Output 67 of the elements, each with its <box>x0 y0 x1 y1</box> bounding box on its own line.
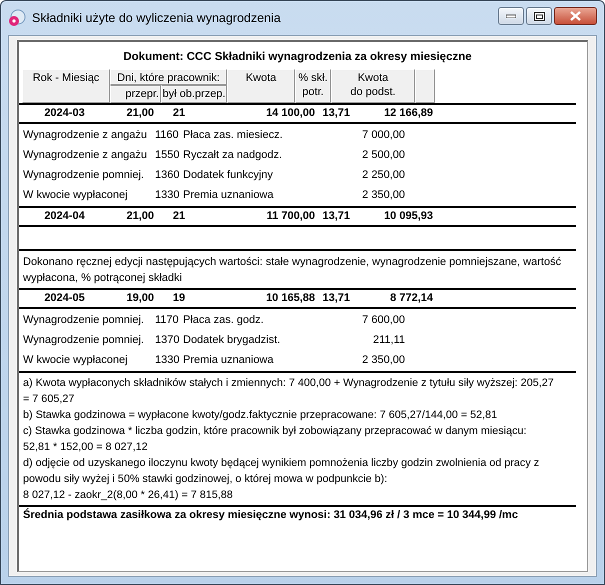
component-type-cell-text: Wynagrodzenie z angażu <box>23 128 148 143</box>
column-header: przepr. <box>110 85 161 103</box>
column-header: % skł. potr. <box>295 69 331 103</box>
component-type-cell-text: Wynagrodzenie z angażu <box>23 148 148 163</box>
component-name-cell-text: Premia uznaniowa <box>183 188 274 203</box>
app-icon <box>8 9 26 27</box>
component-name-cell-text: Dodatek brygadzist. <box>183 333 282 348</box>
column-header: był ob.przep. <box>161 85 227 103</box>
component-code-cell-text: 1550 <box>155 148 180 163</box>
close-icon <box>570 11 581 21</box>
component-amount-cell-text: 2 250,00 <box>361 168 405 183</box>
component-code-cell-text: 1170 <box>155 313 180 328</box>
component-type-cell-text: Wynagrodzenie pomniej. <box>23 333 145 348</box>
month-cell-text: 2024-05 <box>43 291 86 306</box>
component-name-cell-text: Premia uznaniowa <box>183 353 274 368</box>
component-type-cell-text: W kwocie wypłaconej <box>23 353 129 368</box>
component-name-cell-text: Płaca zas. miesiecz. <box>183 128 284 143</box>
amount-cell-text: 11 700,00 <box>266 209 315 224</box>
percent-cell-text: 13,71 <box>321 106 350 121</box>
column-header: Kwota do podst. <box>331 69 415 103</box>
window-title: Składniki użyte do wyliczenia wynagrodzenia <box>32 11 282 25</box>
days-worked-cell-text: 21,00 <box>125 209 154 224</box>
month-cell-text: 2024-03 <box>43 106 86 121</box>
component-code-cell-text: 1360 <box>155 168 180 183</box>
component-code-cell-text: 1370 <box>155 333 180 348</box>
percent-cell-text: 13,71 <box>321 291 350 306</box>
calculation-text: d) odjęcie od uzyskanego iloczynu kwoty będącej wynikiem pomnożenia liczby godzin zwolnienia od pracy z powodu siły wyżej i 50% stawki godzinowej, o której mowa w podpunkcie b): 8 027,12 - zaokr_2(8,00 * 26,41) = 7 815,88 <box>23 456 540 503</box>
component-code-cell-text: 1330 <box>155 188 180 203</box>
days-worked-cell-text: 21,00 <box>125 106 154 121</box>
column-header: Dni, które pracownik: <box>110 69 227 85</box>
component-name-cell-text: Płaca zas. godz. <box>183 313 265 328</box>
days-worked-cell-text: 19,00 <box>125 291 154 306</box>
minimize-button[interactable] <box>498 7 524 25</box>
month-cell-text: 2024-04 <box>43 209 86 224</box>
component-amount-cell-text: 2 350,00 <box>361 188 405 203</box>
close-button[interactable] <box>554 7 597 25</box>
component-code-cell-text: 1330 <box>155 353 180 368</box>
component-name-cell-text: Ryczałt za nadgodz. <box>183 148 284 163</box>
base-amount-cell-text: 12 166,89 <box>383 106 433 121</box>
column-header <box>415 69 435 103</box>
minimize-icon <box>506 14 516 18</box>
calculation-text: b) Stawka godzinowa = wypłacone kwoty/godz.faktycznie przepracowane: 7 605,27/144,00 = 52,81 <box>23 408 498 423</box>
maximize-button[interactable] <box>526 7 552 25</box>
amount-cell-text: 10 165,88 <box>265 291 315 306</box>
component-name-cell-text: Dodatek funkcyjny <box>183 168 274 183</box>
component-amount-cell-text: 7 000,00 <box>361 128 405 143</box>
component-amount-cell-text: 2 350,00 <box>361 353 405 368</box>
column-header: Rok - Miesiąc <box>22 69 110 103</box>
summary-text: Średnia podstawa zasiłkowa za okresy miesięczne wynosi: 31 034,96 zł / 3 mce = 10 344,99 /mc <box>22 507 519 523</box>
percent-cell-text: 13,71 <box>321 209 350 224</box>
days-required-cell-text: 21 <box>172 209 186 224</box>
component-code-cell-text: 1160 <box>155 128 180 143</box>
document-title: Dokument: CCC Składniki wynagrodzenia za okresy miesięczne <box>122 51 473 63</box>
days-required-cell-text: 21 <box>172 106 186 121</box>
component-type-cell-text: Wynagrodzenie pomniej. <box>23 313 145 328</box>
restore-icon <box>534 12 544 20</box>
base-amount-cell-text: 10 095,93 <box>383 209 433 224</box>
component-amount-cell-text: 211,11 <box>372 333 405 348</box>
component-type-cell-text: W kwocie wypłaconej <box>23 188 129 203</box>
days-required-cell-text: 19 <box>172 291 186 306</box>
component-amount-cell-text: 2 500,00 <box>361 148 405 163</box>
edit-note: Dokonano ręcznej edycji następujących wartości: stałe wynagrodzenie, wynagrodzenie pomniejszane, wartość wypłacona, % potrąconej składki <box>22 255 562 286</box>
component-type-cell-text: Wynagrodzenie pomniej. <box>23 168 145 183</box>
base-amount-cell-text: 8 772,14 <box>389 291 433 306</box>
column-header: Kwota <box>227 69 295 103</box>
amount-cell-text: 14 100,00 <box>265 106 315 121</box>
component-amount-cell-text: 7 600,00 <box>361 313 405 328</box>
